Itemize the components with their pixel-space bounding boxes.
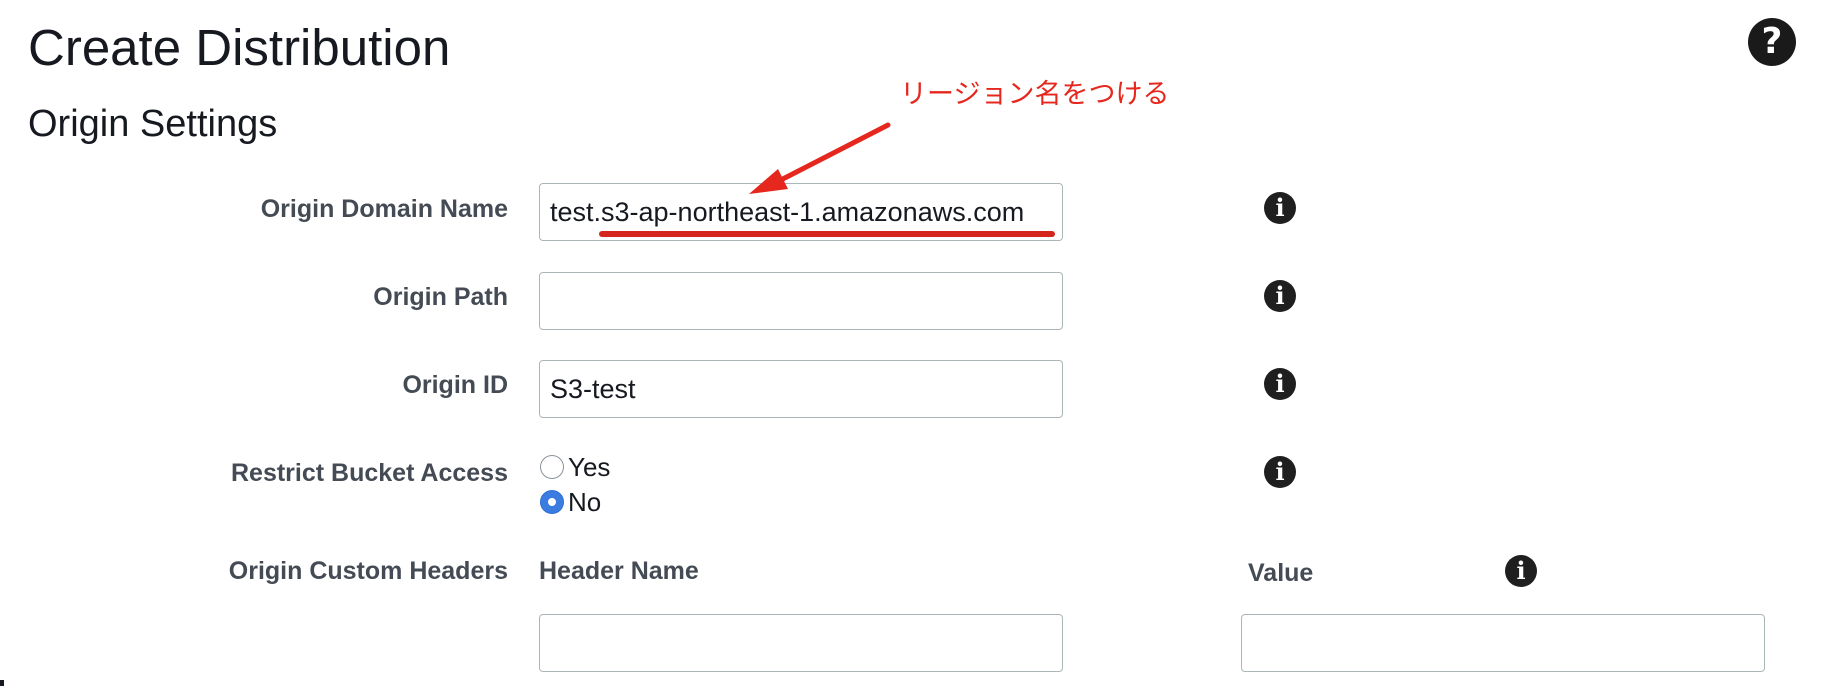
- help-question-icon[interactable]: ?: [1748, 18, 1796, 66]
- custom-header-value-input[interactable]: [1241, 614, 1765, 672]
- origin-custom-headers-info-icon[interactable]: i: [1505, 555, 1537, 587]
- origin-path-input[interactable]: [539, 272, 1063, 330]
- header-name-column-label: Header Name: [539, 557, 699, 585]
- restrict-bucket-access-no-option[interactable]: No: [540, 487, 601, 517]
- origin-id-input[interactable]: [539, 360, 1063, 418]
- restrict-bucket-access-yes-option[interactable]: Yes: [540, 452, 610, 482]
- origin-path-label: Origin Path: [373, 283, 508, 311]
- custom-header-name-input[interactable]: [539, 614, 1063, 672]
- origin-domain-name-info-icon[interactable]: i: [1264, 192, 1296, 224]
- restrict-bucket-access-label: Restrict Bucket Access: [231, 459, 508, 487]
- origin-id-label: Origin ID: [402, 371, 508, 399]
- restrict-bucket-access-info-icon[interactable]: i: [1264, 456, 1296, 488]
- annotation-region-name-note: リージョン名をつける: [900, 79, 1170, 110]
- origin-domain-name-input[interactable]: [539, 183, 1063, 241]
- section-title-origin-settings: Origin Settings: [28, 103, 278, 145]
- value-column-label: Value: [1248, 559, 1314, 587]
- annotation-arrow-line: [772, 122, 891, 186]
- origin-custom-headers-label: Origin Custom Headers: [228, 557, 508, 585]
- origin-path-info-icon[interactable]: i: [1264, 280, 1296, 312]
- page-title: Create Distribution: [28, 19, 451, 76]
- origin-id-info-icon[interactable]: i: [1264, 368, 1296, 400]
- radio-yes[interactable]: [540, 455, 564, 479]
- radio-yes-label: Yes: [568, 452, 611, 482]
- edge-mark: [0, 680, 4, 686]
- radio-no-label: No: [568, 487, 602, 517]
- origin-domain-name-label: Origin Domain Name: [260, 195, 508, 223]
- radio-no-selected[interactable]: [540, 490, 564, 514]
